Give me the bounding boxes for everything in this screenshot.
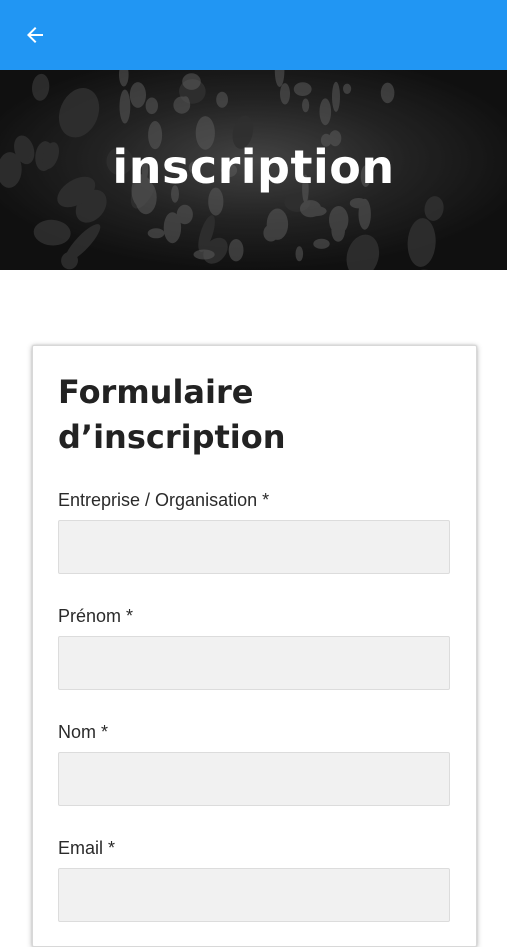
last-name-label: Nom * (58, 722, 109, 742)
form-title: Formulaire d’inscription (58, 373, 286, 456)
first-name-label: Prénom * (58, 606, 134, 626)
company-input[interactable] (58, 520, 450, 574)
arrow-left-icon (27, 27, 43, 43)
last-name-input[interactable] (58, 752, 450, 806)
registration-form-card: Formulaire d’inscription Entreprise / Or… (32, 345, 477, 947)
hero-banner: inscription (0, 70, 507, 270)
app-bar (0, 0, 507, 70)
email-label: Email * (58, 838, 116, 858)
email-input[interactable] (58, 868, 450, 922)
first-name-input[interactable] (58, 636, 450, 690)
company-label: Entreprise / Organisation * (58, 490, 270, 510)
back-button[interactable] (13, 14, 57, 56)
hero-title: inscription (112, 140, 395, 194)
